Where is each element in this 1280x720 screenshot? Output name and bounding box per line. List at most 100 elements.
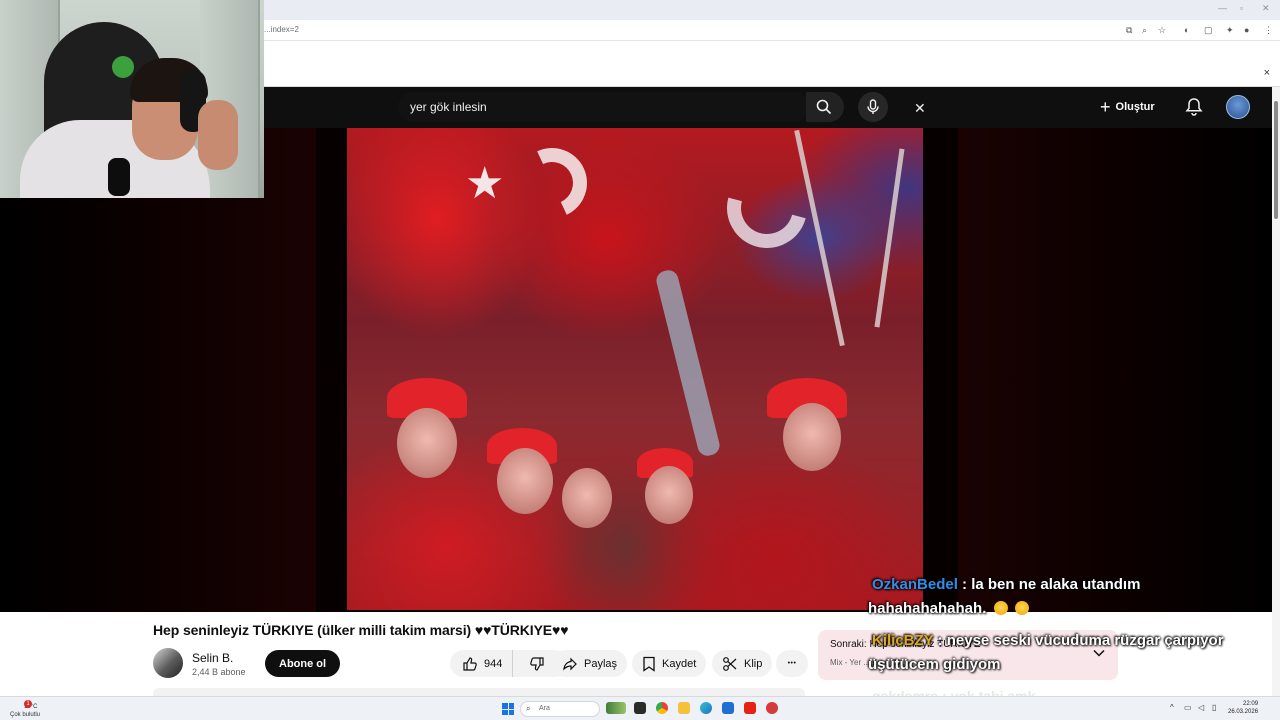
search-input[interactable]: yer gök inlesin	[410, 100, 487, 114]
chat-text: üşütücem gidiyom	[868, 656, 1001, 673]
plus-icon: +	[1100, 97, 1111, 117]
volume-icon[interactable]: ◁	[1198, 703, 1204, 712]
flag-star-icon: ★	[465, 159, 505, 208]
store-icon[interactable]	[722, 702, 734, 714]
streamer-hand	[198, 100, 238, 170]
fan-face	[783, 403, 841, 471]
description-box[interactable]	[153, 688, 805, 696]
more-actions-button[interactable]: •••	[776, 650, 808, 677]
zoom-icon[interactable]: ⌕	[1142, 25, 1147, 36]
create-label: Oluştur	[1115, 101, 1155, 113]
save-icon	[643, 656, 655, 672]
chat-text: : la ben ne alaka utandım	[962, 576, 1141, 593]
video-title: Hep seninleyiz TÜRKIYE (ülker milli taki…	[153, 622, 569, 638]
razer-logo-icon	[112, 56, 134, 78]
clear-search-button[interactable]: ✕	[914, 101, 926, 115]
url-text[interactable]: ...index=2	[264, 25, 299, 34]
task-view-icon[interactable]	[634, 702, 646, 714]
browser-menu-icon[interactable]: ⋮	[1264, 25, 1273, 36]
fan-face	[645, 466, 693, 524]
share-icon	[563, 657, 577, 671]
video-frame-image[interactable]: ★	[347, 128, 923, 610]
close-bar-button[interactable]: ×	[1264, 67, 1270, 79]
scrollbar-thumb[interactable]	[1274, 101, 1278, 219]
tray-chevron-icon[interactable]: ^	[1170, 703, 1174, 712]
tab-icon[interactable]: ▢	[1204, 25, 1213, 36]
address-bar[interactable]: ...index=2 ⧉ ⌕ ☆ ◐ ▢ ✦ ● ⋮	[264, 21, 1280, 41]
create-button[interactable]: + Oluştur	[1100, 96, 1155, 118]
fan-face	[562, 468, 612, 528]
share-label: Paylaş	[584, 657, 618, 670]
flag-pole	[874, 148, 905, 328]
subscriber-count: 2,44 B abone	[192, 667, 246, 677]
ambient-glow-right	[958, 128, 1272, 612]
chrome-icon[interactable]	[656, 702, 668, 714]
weather-desc: Çok bulutlu	[10, 712, 41, 718]
fan-face	[397, 408, 457, 478]
save-label: Kaydet	[662, 657, 697, 670]
extension-icon[interactable]: ◐	[1184, 25, 1189, 35]
profile-icon[interactable]: ●	[1244, 25, 1249, 35]
bookmark-star-icon[interactable]: ☆	[1158, 25, 1166, 36]
page-scrollbar[interactable]	[1272, 87, 1280, 696]
chat-username: KilicBZY	[872, 632, 934, 649]
screen: — ▫ ✕ ...index=2 ⧉ ⌕ ☆ ◐ ▢ ✦ ● ⋮ × yer g…	[0, 0, 1280, 720]
window-close-icon[interactable]: ✕	[1262, 3, 1270, 14]
weather-widget[interactable]: 1 10°C Çok bulutlu	[10, 700, 40, 719]
app-icon[interactable]	[766, 702, 778, 714]
battery-icon[interactable]: ▯	[1212, 703, 1216, 712]
taskbar-widget-icon[interactable]	[606, 702, 626, 714]
chat-text: hahahahahahah.	[868, 600, 987, 617]
chat-text: : neyse seski vücuduma rüzgar çarpıyor	[937, 632, 1224, 649]
laughing-emoji-icon	[1014, 601, 1029, 615]
youtube-header: yer gök inlesin ✕ + Oluştur	[264, 87, 1272, 128]
flag-crescent-icon	[507, 138, 597, 228]
search-icon: ⌕	[526, 704, 531, 713]
clip-label: Klip	[744, 657, 763, 670]
like-count: 944	[484, 657, 503, 670]
microphone-icon	[867, 99, 879, 114]
account-avatar[interactable]	[1226, 95, 1250, 119]
install-icon[interactable]: ⧉	[1126, 25, 1132, 36]
search-button[interactable]	[806, 92, 844, 122]
dislike-button[interactable]	[519, 650, 555, 677]
search-icon	[816, 99, 832, 115]
chat-message: üşütücem gidiyom	[868, 656, 1001, 673]
search-box[interactable]: yer gök inlesin ✕	[398, 92, 926, 122]
taskbar: 1 10°C Çok bulutlu ⌕ Ara ^ ▭ ◁ ▯ 22:09 2…	[0, 696, 1280, 720]
file-explorer-icon[interactable]	[678, 702, 690, 714]
minimize-icon[interactable]: —	[1218, 3, 1227, 13]
extensions-icon[interactable]: ✦	[1226, 25, 1234, 36]
system-clock[interactable]: 22:09 26.03.2026	[1228, 700, 1258, 716]
edge-icon[interactable]	[700, 702, 712, 714]
voice-search-button[interactable]	[858, 92, 888, 122]
taskbar-search-label: Ara	[539, 705, 550, 712]
microphone-stand	[108, 158, 130, 196]
youtube-app-icon[interactable]	[744, 702, 756, 714]
notification-badge: 1	[24, 700, 32, 708]
bookmark-bar: ×	[264, 41, 1280, 87]
share-button[interactable]: Paylaş	[552, 650, 628, 677]
clip-icon	[723, 656, 737, 671]
taskbar-search[interactable]: ⌕ Ara	[520, 701, 600, 717]
dislike-icon	[530, 656, 544, 671]
clip-button[interactable]: Klip	[712, 650, 773, 677]
like-dislike-group: 944	[450, 650, 568, 677]
laughing-emoji-icon	[993, 601, 1008, 615]
like-icon	[463, 656, 477, 671]
channel-avatar[interactable]	[153, 648, 183, 678]
clock-time: 22:09	[1243, 701, 1259, 707]
bell-icon[interactable]	[1184, 97, 1204, 117]
chat-message: KilicBZY : neyse seski vücuduma rüzgar ç…	[872, 632, 1224, 649]
chat-message: hahahahahahah.	[868, 600, 1029, 617]
save-button[interactable]: Kaydet	[632, 650, 707, 677]
video-info: Hep seninleyiz TÜRKIYE (ülker milli taki…	[0, 612, 1272, 696]
flag-pole	[794, 129, 845, 347]
subscribe-button[interactable]: Abone ol	[265, 650, 341, 677]
maximize-icon[interactable]: ▫	[1240, 3, 1243, 13]
chat-username: OzkanBedel	[872, 576, 958, 593]
channel-name[interactable]: Selin B.	[192, 651, 233, 665]
like-button[interactable]: 944	[450, 650, 514, 677]
windows-start-icon[interactable]	[502, 703, 514, 715]
network-icon[interactable]: ▭	[1184, 703, 1192, 712]
